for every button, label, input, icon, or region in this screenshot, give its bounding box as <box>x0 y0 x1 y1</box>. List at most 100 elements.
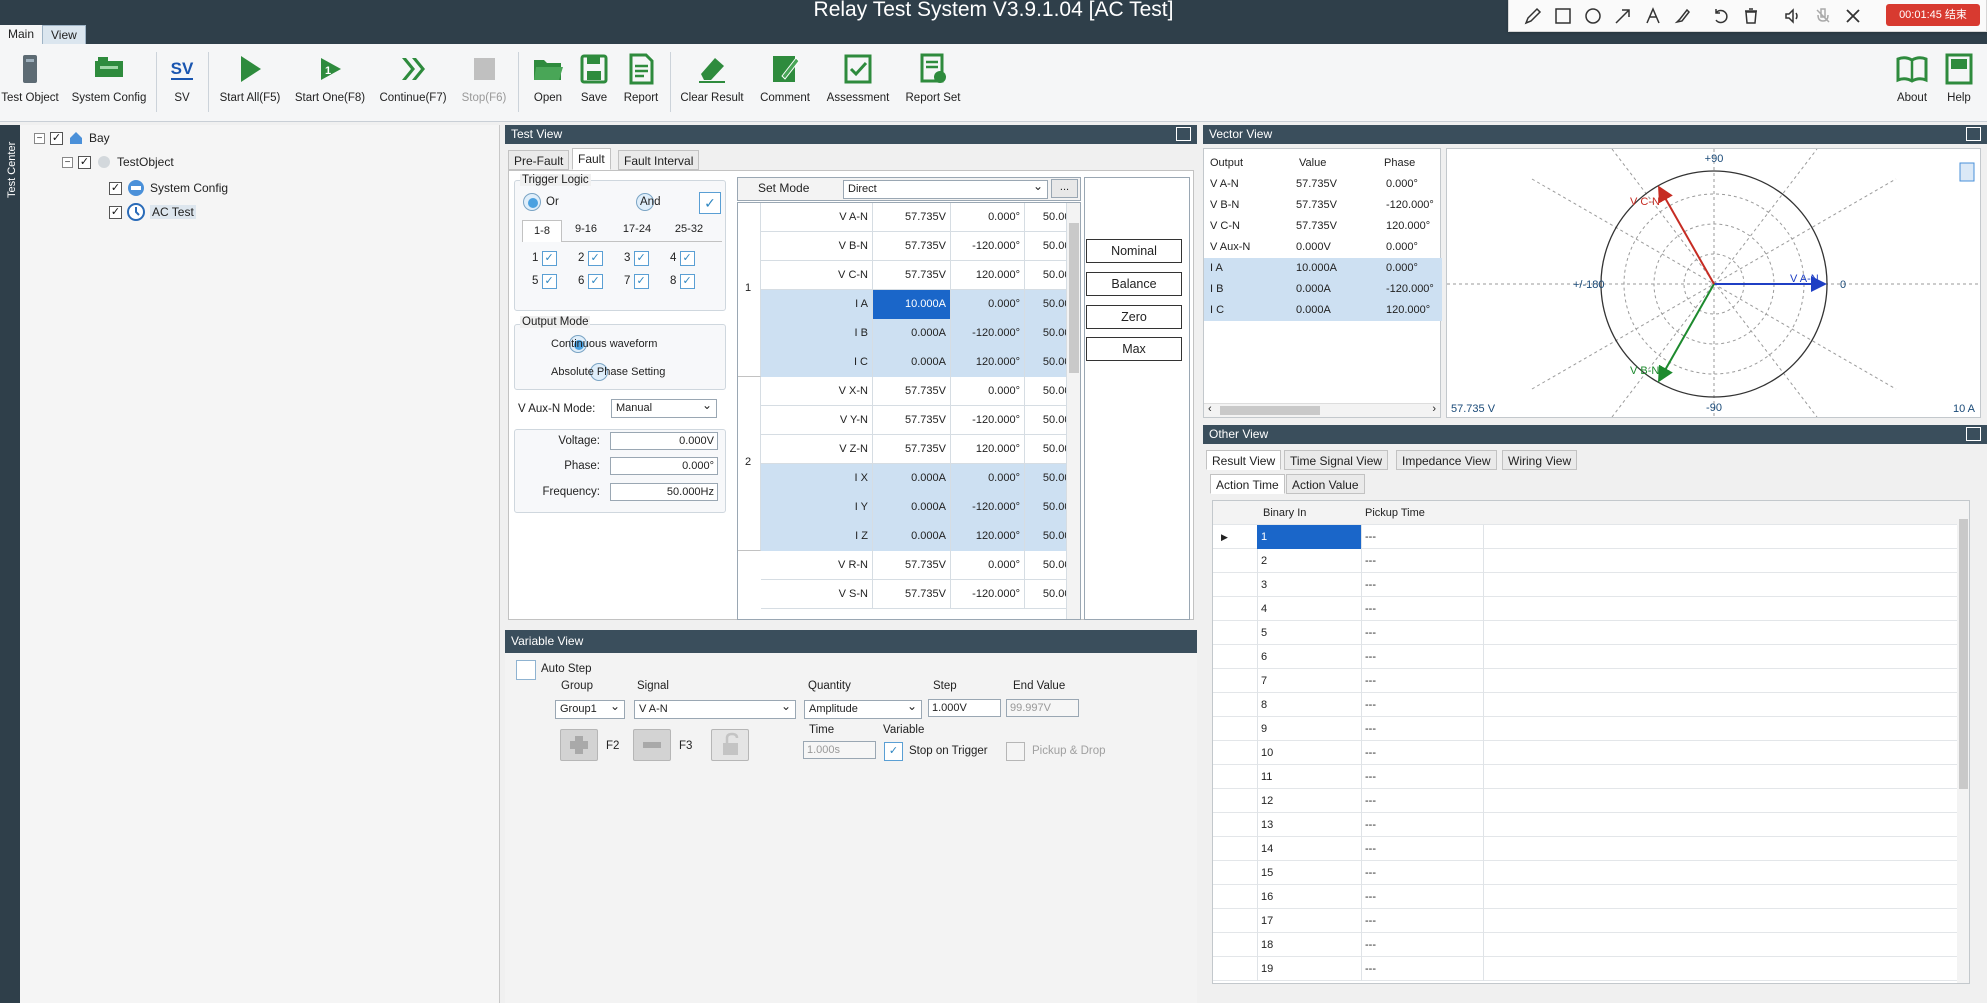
binary-table-scrollbar[interactable] <box>1957 501 1969 983</box>
pencil-icon[interactable] <box>1523 6 1543 26</box>
binary-input-6[interactable]: 6 ✓ <box>578 274 624 289</box>
fault-cell-ang[interactable]: -120.000° <box>951 319 1025 348</box>
mic-muted-icon[interactable] <box>1813 6 1833 26</box>
zero-button[interactable]: Zero <box>1086 305 1182 329</box>
binary-row[interactable]: 9 --- <box>1213 717 1957 741</box>
binary-in-cell[interactable]: 15 <box>1257 861 1361 885</box>
binary-in-cell[interactable]: 12 <box>1257 789 1361 813</box>
pickup-time-cell[interactable]: --- <box>1365 597 1376 621</box>
vector-row[interactable]: I A 10.000A 0.000° <box>1204 258 1442 279</box>
pickup-time-cell[interactable]: --- <box>1365 909 1376 933</box>
scroll-thumb[interactable] <box>1069 223 1079 373</box>
binary-row[interactable]: 11 --- <box>1213 765 1957 789</box>
fault-cell-ang[interactable]: 120.000° <box>951 522 1025 551</box>
help-button[interactable]: Help <box>1938 52 1980 104</box>
binary-in-cell[interactable]: 6 <box>1257 645 1361 669</box>
bank-tab-9-16[interactable]: 9-16 <box>566 223 606 235</box>
binary-input-7[interactable]: 7 ✓ <box>624 274 670 289</box>
pickup-time-cell[interactable]: --- <box>1365 645 1376 669</box>
bank-tab-1-8[interactable]: 1-8 <box>522 220 562 242</box>
tab-fault-interval[interactable]: Fault Interval <box>618 150 700 170</box>
assessment-button[interactable]: Assessment <box>820 52 896 104</box>
binary-in-cell[interactable]: 2 <box>1257 549 1361 573</box>
fault-row[interactable]: V S-N57.735V-120.000°50.000Hz <box>761 580 1080 609</box>
binary-in-cell[interactable]: 3 <box>1257 573 1361 597</box>
tree-node-system-config[interactable]: ✓ System Config <box>109 179 228 197</box>
binary-row[interactable]: 7 --- <box>1213 669 1957 693</box>
pickup-time-cell[interactable]: --- <box>1365 549 1376 573</box>
tab-main[interactable]: Main <box>0 25 43 44</box>
binary-row[interactable]: 3 --- <box>1213 573 1957 597</box>
stop-button[interactable]: Stop(F6) <box>456 52 512 104</box>
fault-cell-mag[interactable]: 0.000A <box>873 493 951 522</box>
checkbox[interactable]: ✓ <box>541 274 557 289</box>
binary-in-cell[interactable]: 7 <box>1257 669 1361 693</box>
fault-cell-ang[interactable]: 0.000° <box>951 290 1025 319</box>
binary-row[interactable]: 6 --- <box>1213 645 1957 669</box>
binary-in-cell[interactable]: 1 <box>1257 525 1361 549</box>
pickup-time-cell[interactable]: --- <box>1365 837 1376 861</box>
signal-select[interactable]: V A-N <box>634 698 796 719</box>
pickup-time-cell[interactable]: --- <box>1365 669 1376 693</box>
bank-tab-25-32[interactable]: 25-32 <box>666 223 712 235</box>
group-select[interactable]: Group1 <box>555 698 625 719</box>
open-button[interactable]: Open <box>524 52 572 104</box>
tree-node-ac-test[interactable]: ✓ AC Test <box>109 203 196 221</box>
fault-cell-mag[interactable]: 10.000A <box>873 290 951 319</box>
fault-row[interactable]: I B0.000A-120.000°50.000Hz <box>761 319 1080 348</box>
checkbox[interactable]: ✓ <box>679 251 695 266</box>
tab-time-signal-view[interactable]: Time Signal View <box>1284 450 1389 470</box>
maximize-icon[interactable] <box>1966 127 1981 141</box>
grid-scrollbar[interactable] <box>1066 203 1080 619</box>
binary-input-1[interactable]: 1 ✓ <box>532 251 578 266</box>
report-set-button[interactable]: Report Set <box>900 52 966 104</box>
binary-row[interactable]: 18 --- <box>1213 933 1957 957</box>
pickup-time-cell[interactable]: --- <box>1365 861 1376 885</box>
vector-row[interactable]: V C-N 57.735V 120.000° <box>1204 216 1442 237</box>
binary-in-cell[interactable]: 14 <box>1257 837 1361 861</box>
fault-cell-mag[interactable]: 57.735V <box>873 261 951 290</box>
checkbox[interactable]: ✓ <box>633 274 649 289</box>
vector-row[interactable]: I B 0.000A -120.000° <box>1204 279 1442 300</box>
tab-wiring-view[interactable]: Wiring View <box>1502 450 1578 470</box>
tab-action-value[interactable]: Action Value <box>1286 474 1365 494</box>
checkbox[interactable]: ✓ <box>587 274 603 289</box>
pickup-time-cell[interactable]: --- <box>1365 957 1376 981</box>
fault-cell-mag[interactable]: 0.000A <box>873 348 951 377</box>
undo-icon[interactable] <box>1711 6 1731 26</box>
fault-row[interactable]: I C0.000A120.000°50.000Hz <box>761 348 1080 377</box>
fault-cell-ang[interactable]: 120.000° <box>951 348 1025 377</box>
step-input[interactable]: 1.000V <box>928 699 1001 717</box>
binary-row[interactable]: 19 --- <box>1213 957 1957 981</box>
pickup-time-cell[interactable]: --- <box>1365 621 1376 645</box>
balance-button[interactable]: Balance <box>1086 272 1182 296</box>
binary-in-cell[interactable]: 5 <box>1257 621 1361 645</box>
binary-row[interactable]: 12 --- <box>1213 789 1957 813</box>
tab-pre-fault[interactable]: Pre-Fault <box>508 150 570 170</box>
binary-input-5[interactable]: 5 ✓ <box>532 274 578 289</box>
radio-or[interactable] <box>523 193 541 211</box>
tree-checkbox[interactable]: ✓ <box>109 205 122 219</box>
nominal-button[interactable]: Nominal <box>1086 239 1182 263</box>
fault-cell-ang[interactable]: 0.000° <box>951 464 1025 493</box>
tree-node-testobject[interactable]: − ✓ TestObject <box>62 154 174 170</box>
phase-input[interactable]: 0.000° <box>610 457 718 475</box>
stop-on-trigger-checkbox[interactable]: ✓ <box>884 742 903 761</box>
binary-in-cell[interactable]: 17 <box>1257 909 1361 933</box>
text-icon[interactable] <box>1643 6 1663 26</box>
about-button[interactable]: About <box>1890 52 1934 104</box>
binary-row[interactable]: 5 --- <box>1213 621 1957 645</box>
comment-button[interactable]: Comment <box>754 52 816 104</box>
fault-row[interactable]: V B-N57.735V-120.000°50.000Hz <box>761 232 1080 261</box>
continue-button[interactable]: Continue(F7) <box>374 52 452 104</box>
binary-input-4[interactable]: 4 ✓ <box>670 251 716 266</box>
fault-cell-ang[interactable]: -120.000° <box>951 232 1025 261</box>
report-button[interactable]: Report <box>618 52 664 104</box>
fault-cell-mag[interactable]: 57.735V <box>873 406 951 435</box>
vector-table-scrollbar[interactable]: ‹ › <box>1204 403 1440 417</box>
save-button[interactable]: Save <box>572 52 616 104</box>
checkbox[interactable]: ✓ <box>679 274 695 289</box>
circle-icon[interactable] <box>1583 6 1603 26</box>
set-mode-more-button[interactable]: ... <box>1051 179 1078 198</box>
fault-cell-ang[interactable]: 120.000° <box>951 261 1025 290</box>
